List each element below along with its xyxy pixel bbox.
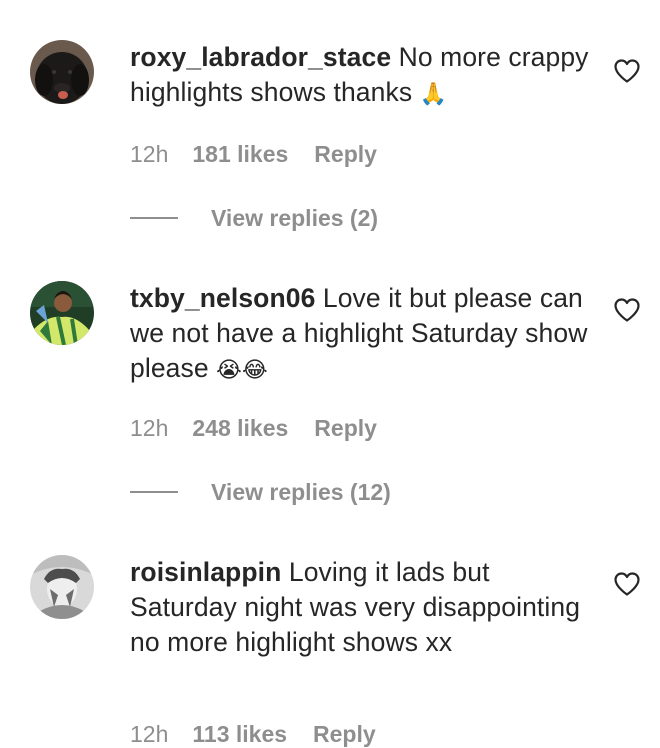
- avatar[interactable]: [30, 281, 94, 345]
- username[interactable]: txby_nelson06: [130, 283, 315, 313]
- reply-button[interactable]: Reply: [314, 140, 377, 168]
- timestamp[interactable]: 12h: [130, 720, 168, 748]
- likes-count[interactable]: 181 likes: [192, 140, 288, 168]
- heart-outline-icon[interactable]: [613, 571, 641, 597]
- comment-meta: 12h 181 likes Reply: [130, 140, 377, 168]
- avatar[interactable]: [30, 555, 94, 619]
- likes-count[interactable]: 113 likes: [192, 720, 287, 748]
- comment-text: roxy_labrador_stace No more crappy highl…: [130, 40, 600, 112]
- comment-emoji: 🙏: [419, 82, 448, 107]
- comment-meta: 12h 113 likes Reply: [130, 720, 376, 748]
- view-replies-label: View replies (2): [211, 204, 379, 231]
- view-replies-label: View replies (12): [211, 478, 391, 505]
- likes-count[interactable]: 248 likes: [192, 414, 288, 442]
- comment-text: roisinlappin Loving it lads but Saturday…: [130, 555, 600, 660]
- timestamp[interactable]: 12h: [130, 414, 168, 442]
- username[interactable]: roxy_labrador_stace: [130, 42, 391, 72]
- heart-outline-icon[interactable]: [613, 297, 641, 323]
- divider-line: [130, 491, 178, 493]
- timestamp[interactable]: 12h: [130, 140, 168, 168]
- reply-button[interactable]: Reply: [314, 414, 377, 442]
- avatar[interactable]: [30, 40, 94, 104]
- view-replies-button[interactable]: View replies (12): [130, 478, 391, 506]
- username[interactable]: roisinlappin: [130, 557, 281, 587]
- comment-emoji: 😭😂: [216, 358, 268, 383]
- reply-button[interactable]: Reply: [313, 720, 376, 748]
- comment-text: txby_nelson06 Love it but please can we …: [130, 281, 600, 388]
- view-replies-button[interactable]: View replies (2): [130, 204, 378, 232]
- comment-meta: 12h 248 likes Reply: [130, 414, 377, 442]
- heart-outline-icon[interactable]: [613, 58, 641, 84]
- divider-line: [130, 217, 178, 219]
